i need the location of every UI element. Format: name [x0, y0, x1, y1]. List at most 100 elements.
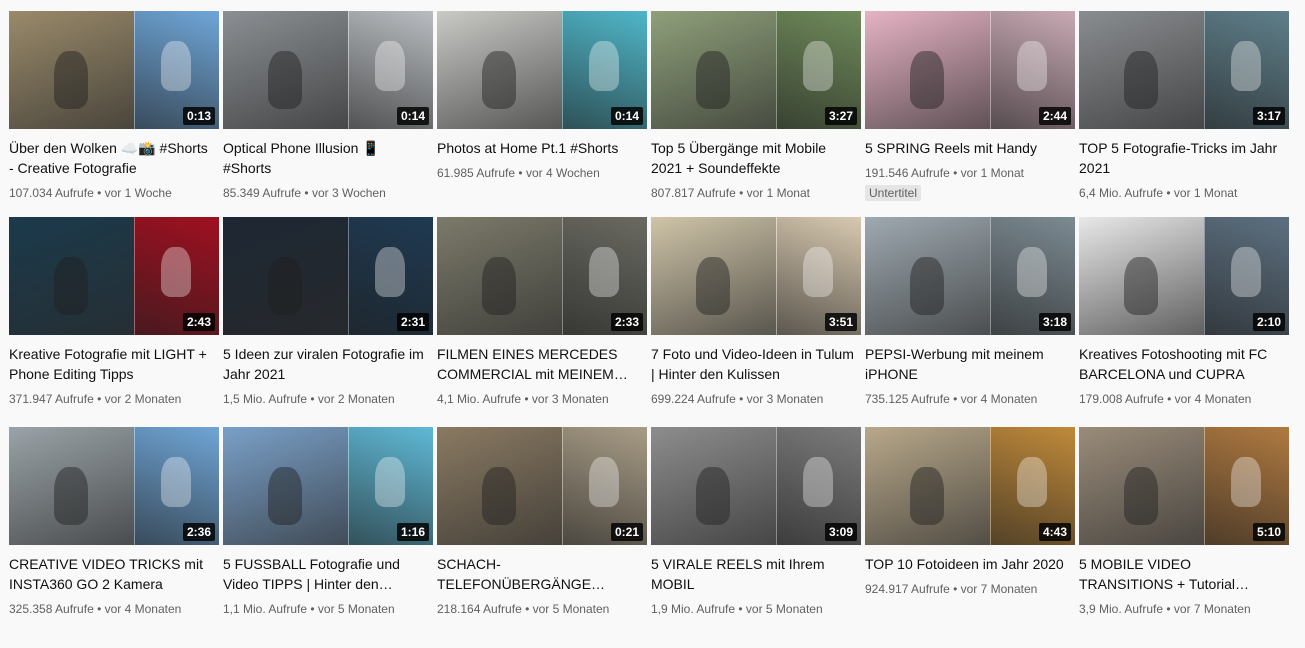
video-title[interactable]: 7 Foto und Video-Ideen in Tulum | Hinter… [651, 344, 861, 384]
video-thumbnail[interactable]: 0:14 [437, 11, 647, 129]
thumbnail-left-image [1079, 217, 1204, 335]
video-card[interactable]: 0:14 Optical Phone Illusion 📱 #Shorts 85.3… [223, 11, 433, 217]
separator-dot: • [735, 186, 747, 200]
video-thumbnail[interactable]: 2:44 [865, 11, 1075, 129]
video-title[interactable]: Kreatives Fotoshooting mit FC BARCELONA … [1079, 344, 1289, 384]
view-count: 191.546 Aufrufe [865, 166, 950, 180]
video-metadata: 4,1 Mio. Aufrufe • vor 3 Monaten [437, 391, 647, 407]
video-card[interactable]: 3:27 Top 5 Übergänge mit Mobile 2021 + So… [651, 11, 861, 217]
duration-badge: 3:18 [1038, 313, 1071, 331]
duration-badge: 4:43 [1038, 523, 1071, 541]
separator-dot: • [93, 392, 105, 406]
view-count: 4,1 Mio. Aufrufe [437, 392, 522, 406]
thumbnail-subject [375, 457, 405, 507]
video-metadata: 807.817 Aufrufe • vor 1 Monat [651, 185, 861, 201]
video-thumbnail[interactable]: 2:33 [437, 217, 647, 335]
thumbnail-subject [375, 247, 405, 297]
video-card[interactable]: 3:17 TOP 5 Fotografie-Tricks im Jahr 2021… [1079, 11, 1289, 217]
duration-badge: 2:10 [1252, 313, 1285, 331]
thumbnail-subject [268, 257, 302, 315]
video-title[interactable]: Über den Wolken ☁️📸 #Shorts - Creative F… [9, 138, 219, 178]
upload-age: vor 1 Monat [746, 186, 810, 200]
video-card[interactable]: 3:18 PEPSI-Werbung mit meinem iPHONE 735.1… [865, 217, 1075, 427]
video-card[interactable]: 4:43 TOP 10 Fotoideen im Jahr 2020 924.917… [865, 427, 1075, 633]
view-count: 61.985 Aufrufe [437, 166, 516, 180]
upload-age: vor 4 Monaten [960, 392, 1038, 406]
video-title[interactable]: 5 MOBILE VIDEO TRANSITIONS + Tutorial An… [1079, 554, 1289, 594]
video-card[interactable]: 2:10 Kreatives Fotoshooting mit FC BARCEL… [1079, 217, 1289, 427]
thumbnail-left-image [9, 427, 134, 545]
video-title[interactable]: SCHACH-TELEFONÜBERGÄNGE TRICKS [437, 554, 647, 594]
video-card[interactable]: 2:33 FILMEN EINES MERCEDES COMMERCIAL mit… [437, 217, 647, 427]
video-title[interactable]: 5 Ideen zur viralen Fotografie im Jahr 2… [223, 344, 433, 384]
video-thumbnail[interactable]: 4:43 [865, 427, 1075, 545]
video-thumbnail[interactable]: 0:13 [9, 11, 219, 129]
separator-dot: • [949, 582, 961, 596]
video-card[interactable]: 3:51 7 Foto und Video-Ideen in Tulum | Hi… [651, 217, 861, 427]
thumbnail-subject [1017, 247, 1047, 297]
thumbnail-subject [589, 457, 619, 507]
video-thumbnail[interactable]: 5:10 [1079, 427, 1289, 545]
thumbnail-subject [696, 257, 730, 315]
thumbnail-subject [1231, 247, 1261, 297]
video-thumbnail[interactable]: 3:51 [651, 217, 861, 335]
video-title[interactable]: 5 SPRING Reels mit Handy [865, 138, 1075, 158]
video-card[interactable]: 0:21 SCHACH-TELEFONÜBERGÄNGE TRICKS 218.16… [437, 427, 647, 633]
upload-age: vor 1 Monat [1173, 186, 1238, 200]
thumbnail-subject [910, 51, 944, 109]
video-title[interactable]: FILMEN EINES MERCEDES COMMERCIAL mit MEI… [437, 344, 647, 384]
video-card[interactable]: 5:10 5 MOBILE VIDEO TRANSITIONS + Tutoria… [1079, 427, 1289, 633]
thumbnail-subject [589, 41, 619, 91]
duration-badge: 0:14 [396, 107, 429, 125]
video-card[interactable]: 0:14 Photos at Home Pt.1 #Shorts 61.985 Au… [437, 11, 647, 217]
duration-badge: 1:16 [396, 523, 429, 541]
video-title[interactable]: Photos at Home Pt.1 #Shorts [437, 138, 647, 158]
video-title[interactable]: CREATIVE VIDEO TRICKS mit INSTA360 GO 2 … [9, 554, 219, 594]
video-thumbnail[interactable]: 2:31 [223, 217, 433, 335]
video-title[interactable]: 5 FUSSBALL Fotografie und Video TIPPS | … [223, 554, 433, 594]
video-thumbnail[interactable]: 0:21 [437, 427, 647, 545]
video-card[interactable]: 2:36 CREATIVE VIDEO TRICKS mit INSTA360 G… [9, 427, 219, 633]
thumbnail-subject [375, 41, 405, 91]
thumbnail-subject [54, 51, 88, 109]
video-thumbnail[interactable]: 3:18 [865, 217, 1075, 335]
video-card[interactable]: 2:31 5 Ideen zur viralen Fotografie im Ja… [223, 217, 433, 427]
video-title[interactable]: Optical Phone Illusion 📱 #Shorts [223, 138, 433, 178]
thumbnail-subject [268, 51, 302, 109]
video-card[interactable]: 2:44 5 SPRING Reels mit Handy 191.546 Aufr… [865, 11, 1075, 217]
video-thumbnail[interactable]: 3:27 [651, 11, 861, 129]
video-thumbnail[interactable]: 3:17 [1079, 11, 1289, 129]
video-title[interactable]: 5 VIRALE REELS mit Ihrem MOBIL [651, 554, 861, 594]
video-thumbnail[interactable]: 2:36 [9, 427, 219, 545]
video-title[interactable]: TOP 5 Fotografie-Tricks im Jahr 2021 [1079, 138, 1289, 178]
thumbnail-subject [1124, 257, 1158, 315]
video-card[interactable]: 0:13 Über den Wolken ☁️📸 #Shorts - Creati… [9, 11, 219, 217]
video-title[interactable]: PEPSI-Werbung mit meinem iPHONE [865, 344, 1075, 384]
video-title[interactable]: TOP 10 Fotoideen im Jahr 2020 [865, 554, 1075, 574]
video-metadata: 1,1 Mio. Aufrufe • vor 5 Monaten [223, 601, 433, 617]
video-card[interactable]: 2:43 Kreative Fotografie mit LIGHT + Phon… [9, 217, 219, 427]
video-title[interactable]: Top 5 Übergänge mit Mobile 2021 + Sounde… [651, 138, 861, 178]
video-thumbnail[interactable]: 2:43 [9, 217, 219, 335]
duration-badge: 3:17 [1252, 107, 1285, 125]
view-count: 1,9 Mio. Aufrufe [651, 602, 736, 616]
video-thumbnail[interactable]: 2:10 [1079, 217, 1289, 335]
video-thumbnail[interactable]: 1:16 [223, 427, 433, 545]
separator-dot: • [735, 392, 747, 406]
video-metadata: 3,9 Mio. Aufrufe • vor 7 Monaten [1079, 601, 1289, 617]
thumbnail-subject [1017, 457, 1047, 507]
video-thumbnail[interactable]: 3:09 [651, 427, 861, 545]
view-count: 807.817 Aufrufe [651, 186, 736, 200]
separator-dot: • [93, 602, 105, 616]
view-count: 924.917 Aufrufe [865, 582, 950, 596]
thumbnail-subject [268, 467, 302, 525]
video-thumbnail[interactable]: 0:14 [223, 11, 433, 129]
duration-badge: 3:51 [824, 313, 857, 331]
video-card[interactable]: 3:09 5 VIRALE REELS mit Ihrem MOBIL 1,9 Mi… [651, 427, 861, 633]
thumbnail-left-image [9, 217, 134, 335]
separator-dot: • [307, 602, 318, 616]
video-card[interactable]: 1:16 5 FUSSBALL Fotografie und Video TIPP… [223, 427, 433, 633]
duration-badge: 2:33 [610, 313, 643, 331]
separator-dot: • [1163, 392, 1175, 406]
video-title[interactable]: Kreative Fotografie mit LIGHT + Phone Ed… [9, 344, 219, 384]
